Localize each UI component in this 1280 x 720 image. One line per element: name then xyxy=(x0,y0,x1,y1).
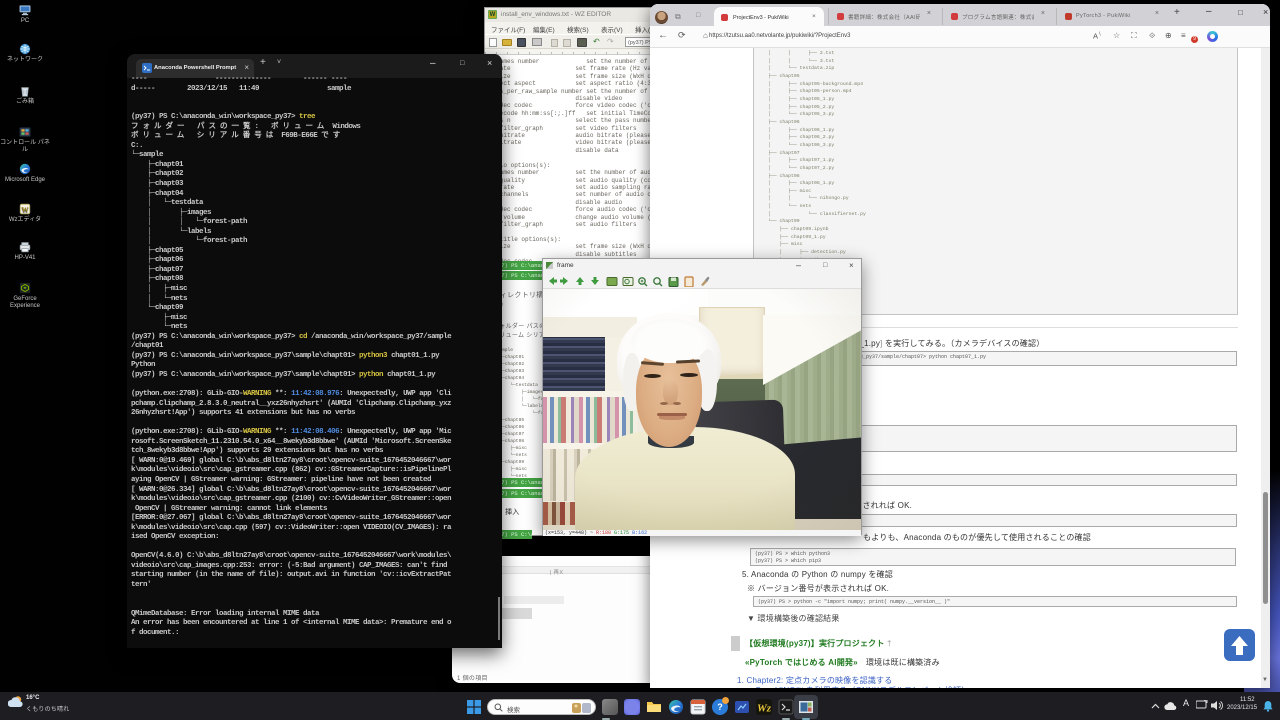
svg-text:Wz: Wz xyxy=(757,703,772,715)
svg-text:W: W xyxy=(21,206,29,214)
